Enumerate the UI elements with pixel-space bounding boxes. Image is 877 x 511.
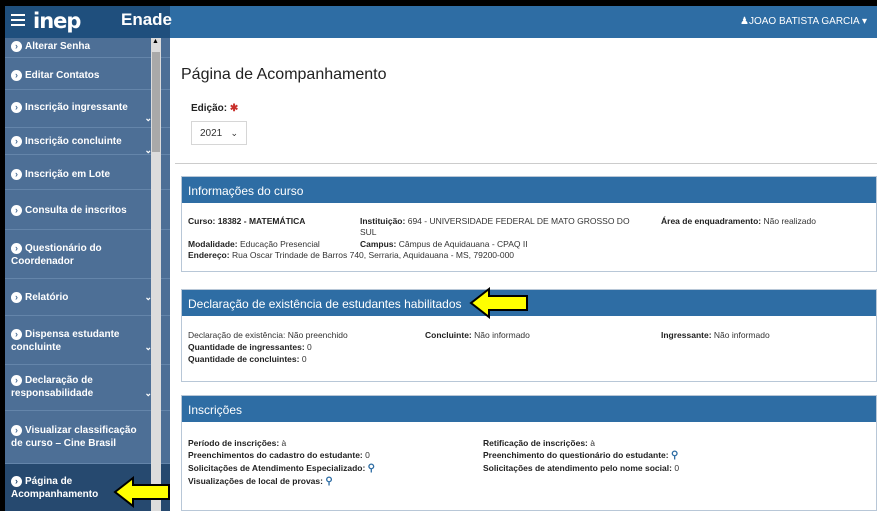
edition-label-text: Edição: [191, 103, 228, 114]
sidebar-item-questionario-coordenador[interactable]: › Questionário do Coordenador [5, 230, 170, 279]
yellow-arrow-sidebar-icon [113, 476, 170, 508]
course-code: Curso: 18382 - MATEMÁTICA [188, 216, 306, 226]
edition-select[interactable]: 2021 ⌄ [191, 121, 247, 145]
arrow-circle-icon: › [11, 375, 22, 386]
sidebar-item-inscricao-em-lote[interactable]: › Inscrição em Lote [5, 155, 170, 190]
course-info-panel: Informações do curso Curso: 18382 - MATE… [181, 176, 877, 272]
hamburger-menu-icon[interactable] [11, 14, 25, 28]
sidebar-item-visualizar-classificacao[interactable]: › Visualizar classificação de curso – Ci… [5, 411, 170, 464]
sidebar-item-label-line2: de curso – Cine Brasil [11, 438, 117, 449]
sidebar-item-dispensa-estudante-concluinte[interactable]: › Dispensa estudante concluinte ⌄ [5, 316, 170, 365]
arrow-circle-icon: › [11, 292, 22, 303]
sidebar-item-alterar-senha[interactable]: › Alterar Senha [5, 38, 170, 58]
arrow-circle-icon: › [11, 329, 22, 340]
arrow-circle-icon: › [11, 41, 22, 52]
preenchimento-questionario: Preenchimento do questionário do estudan… [483, 450, 679, 461]
inscricoes-heading: Inscrições [182, 396, 876, 422]
sidebar-item-label: Inscrição ingressante [25, 102, 128, 113]
area-enquadramento: Área de enquadramento: Não realizado [661, 216, 816, 226]
arrow-circle-icon: › [11, 70, 22, 81]
brand-area: inep Enade [5, 6, 173, 38]
declaracao-existencia: Declaração de existência: Não preenchido [188, 330, 348, 340]
sidebar: › Alterar Senha › Editar Contatos › Insc… [5, 38, 170, 511]
sidebar-item-label-line2: concluinte [11, 342, 62, 353]
inep-logo: inep [33, 9, 81, 33]
chevron-down-icon: ⌄ [230, 128, 238, 138]
arrow-circle-icon: › [11, 136, 22, 147]
sidebar-item-editar-contatos[interactable]: › Editar Contatos [5, 58, 170, 90]
caret-down-icon: ▾ [859, 16, 867, 27]
sidebar-item-label-line2: responsabilidade [11, 388, 94, 399]
modalidade: Modalidade: Educação Presencial [188, 239, 320, 249]
arrow-circle-icon: › [11, 243, 22, 254]
preenchimentos-cadastro: Preenchimentos do cadastro do estudante:… [188, 450, 370, 460]
arrow-circle-icon: › [11, 102, 22, 113]
user-name: JOAO BATISTA GARCIA [748, 16, 860, 27]
sidebar-item-label: Declaração de [25, 375, 93, 386]
arrow-circle-icon: › [11, 425, 22, 436]
edition-selected-value: 2021 [200, 128, 223, 139]
main-content: Página de Acompanhamento Edição: ✱ 2021 … [175, 38, 877, 511]
sidebar-item-label: Questionário do [25, 243, 102, 254]
quantidade-ingressantes: Quantidade de ingressantes: 0 [188, 342, 312, 352]
sidebar-item-label-line2: Coordenador [11, 256, 74, 267]
sidebar-item-label: Dispensa estudante [25, 329, 120, 340]
search-icon[interactable]: ⚲ [368, 463, 375, 474]
sidebar-item-label: Inscrição em Lote [25, 169, 111, 180]
endereco: Endereço: Rua Oscar Trindade de Barros 7… [188, 250, 515, 260]
concluinte: Concluinte: Não informado [425, 330, 530, 340]
sidebar-item-label: Visualizar classificação [25, 425, 137, 436]
solicitacoes-nome-social: Solicitações de atendimento pelo nome so… [483, 463, 680, 473]
quantidade-concluintes: Quantidade de concluintes: 0 [188, 354, 307, 364]
visualizacoes-local-provas: Visualizações de local de provas: ⚲ [188, 476, 333, 487]
sidebar-item-label: Inscrição concluinte [25, 136, 122, 147]
arrow-circle-icon: › [11, 169, 22, 180]
app-name: Enade [121, 10, 173, 29]
required-asterisk-icon: ✱ [229, 103, 239, 114]
sidebar-item-inscricao-ingressante[interactable]: › Inscrição ingressante ⌄ [5, 90, 170, 128]
app-window: inep Enade ♟JOAO BATISTA GARCIA ▾ › Alte… [5, 6, 877, 511]
inscricoes-panel: Inscrições Período de inscrições: à Reti… [181, 395, 877, 511]
sidebar-item-label: Editar Contatos [25, 70, 100, 81]
edition-label: Edição: ✱ [191, 103, 238, 114]
declaration-heading: Declaração de existência de estudantes h… [182, 290, 876, 316]
user-icon: ♟ [740, 16, 749, 27]
sidebar-item-declaracao-responsabilidade[interactable]: › Declaração de responsabilidade ⌄ [5, 365, 170, 411]
divider [175, 163, 877, 164]
sidebar-item-label: Consulta de inscritos [25, 205, 127, 216]
sidebar-item-consulta-de-inscritos[interactable]: › Consulta de inscritos [5, 190, 170, 230]
campus: Campus: Câmpus de Aquidauana - CPAQ II [360, 239, 528, 249]
user-menu[interactable]: ♟JOAO BATISTA GARCIA ▾ [740, 16, 867, 27]
sidebar-scrollbar[interactable]: ▲ [151, 38, 161, 511]
scroll-up-icon[interactable]: ▲ [152, 38, 159, 45]
sidebar-item-relatorio[interactable]: › Relatório ⌄ [5, 279, 170, 316]
top-bar: inep Enade ♟JOAO BATISTA GARCIA ▾ [5, 6, 877, 38]
sidebar-item-inscricao-concluinte[interactable]: › Inscrição concluinte ⌄ [5, 128, 170, 155]
sidebar-item-label: Alterar Senha [25, 41, 91, 52]
yellow-arrow-declaration-icon [469, 287, 528, 319]
page-title: Página de Acompanhamento [181, 66, 387, 83]
arrow-circle-icon: › [11, 205, 22, 216]
search-icon[interactable]: ⚲ [671, 450, 678, 461]
solicitacoes-atendimento: Solicitações de Atendimento Especializad… [188, 463, 375, 474]
arrow-circle-icon: › [11, 476, 22, 487]
declaration-panel: Declaração de existência de estudantes h… [181, 289, 877, 382]
sidebar-scrollbar-thumb[interactable] [152, 52, 160, 152]
retificacao-inscricoes: Retificação de inscrições: à [483, 438, 595, 448]
course-info-heading: Informações do curso [182, 177, 876, 203]
institution-line2: SUL [360, 227, 377, 237]
institution: Instituição: 694 - UNIVERSIDADE FEDERAL … [360, 216, 630, 226]
search-icon[interactable]: ⚲ [325, 476, 332, 487]
periodo-inscricoes: Período de inscrições: à [188, 438, 287, 448]
ingressante: Ingressante: Não informado [661, 330, 770, 340]
sidebar-item-label: Relatório [25, 292, 69, 303]
